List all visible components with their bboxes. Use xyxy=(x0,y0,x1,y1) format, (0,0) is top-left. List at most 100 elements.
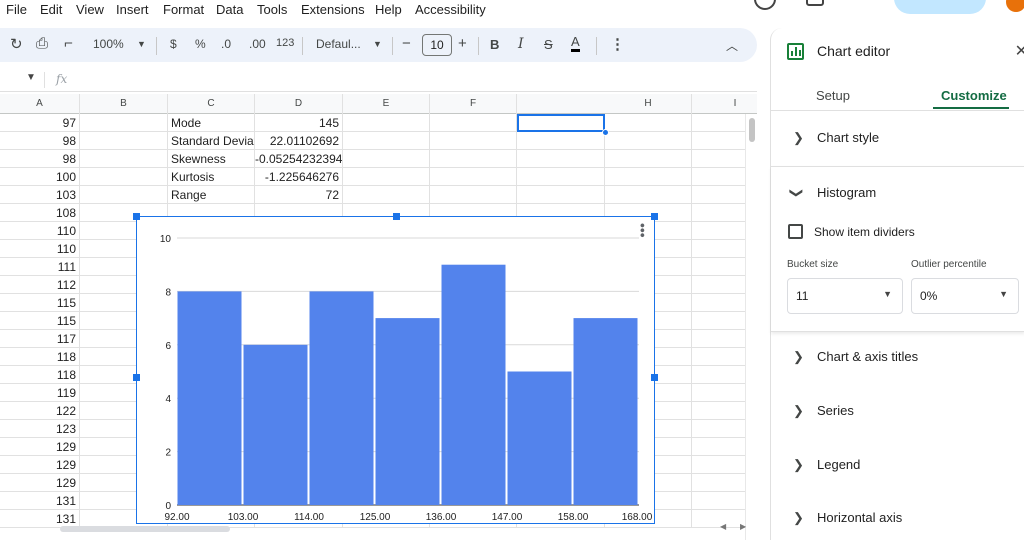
cell[interactable] xyxy=(517,168,605,186)
column-header-e[interactable]: E xyxy=(343,94,430,114)
cell-c[interactable]: Range xyxy=(168,186,255,204)
menu-edit[interactable]: Edit xyxy=(40,2,62,17)
cell[interactable] xyxy=(343,114,430,132)
cell-a[interactable]: 103 xyxy=(0,186,80,204)
cell[interactable] xyxy=(517,150,605,168)
histogram-bar[interactable] xyxy=(507,371,572,506)
histogram-bar[interactable] xyxy=(177,291,242,505)
cell[interactable] xyxy=(430,186,517,204)
cell[interactable] xyxy=(80,132,168,150)
tab-customize[interactable]: Customize xyxy=(941,88,1007,103)
chevron-down-icon[interactable]: ▼ xyxy=(137,39,146,49)
cell[interactable] xyxy=(343,150,430,168)
cell-a[interactable]: 131 xyxy=(0,492,80,510)
menu-help[interactable]: Help xyxy=(375,2,402,17)
vertical-scrollbar[interactable] xyxy=(745,114,757,540)
cell-a[interactable]: 129 xyxy=(0,438,80,456)
histogram-bar[interactable] xyxy=(375,318,440,505)
tab-setup[interactable]: Setup xyxy=(816,88,850,103)
close-icon[interactable]: ✕ xyxy=(1015,41,1024,61)
cell-a[interactable]: 118 xyxy=(0,366,80,384)
history-icon[interactable] xyxy=(754,0,776,10)
cell[interactable] xyxy=(605,168,692,186)
percent-button[interactable]: % xyxy=(195,37,206,51)
avatar[interactable] xyxy=(1006,0,1024,12)
column-header-f[interactable]: F xyxy=(430,94,517,114)
cell-a[interactable]: 112 xyxy=(0,276,80,294)
scroll-right-icon[interactable]: ▶ xyxy=(740,522,746,531)
collapse-toolbar-icon[interactable]: ︿ xyxy=(726,37,738,54)
section-chart-axis-titles[interactable]: ❯ Chart & axis titles xyxy=(771,349,1024,369)
cell[interactable] xyxy=(430,114,517,132)
cell[interactable] xyxy=(343,132,430,150)
cell-a[interactable]: 118 xyxy=(0,348,80,366)
menu-format[interactable]: Format xyxy=(163,2,204,17)
cell[interactable] xyxy=(605,132,692,150)
cell-a[interactable]: 129 xyxy=(0,474,80,492)
cell[interactable] xyxy=(343,186,430,204)
column-header-c[interactable]: C xyxy=(168,94,255,114)
menu-accessibility[interactable]: Accessibility xyxy=(415,2,486,17)
selected-cell[interactable] xyxy=(517,114,605,132)
cell-c[interactable]: Skewness xyxy=(168,150,255,168)
resize-handle[interactable] xyxy=(651,213,658,220)
bold-icon[interactable]: B xyxy=(490,37,499,52)
cell[interactable] xyxy=(605,114,692,132)
cell-a[interactable]: 98 xyxy=(0,150,80,168)
cell[interactable] xyxy=(605,150,692,168)
cell[interactable] xyxy=(80,186,168,204)
cell[interactable] xyxy=(517,186,605,204)
chart-menu-icon[interactable]: ••• xyxy=(635,223,651,238)
section-legend[interactable]: ❯ Legend xyxy=(771,457,1024,477)
redo-icon[interactable]: ↻ xyxy=(10,35,23,53)
zoom-select[interactable]: 100% xyxy=(93,37,124,51)
cell-d[interactable]: 22.01102692 xyxy=(255,132,343,150)
bucket-size-select[interactable]: 11 ▼ xyxy=(787,278,903,314)
cell-a[interactable]: 119 xyxy=(0,384,80,402)
menu-data[interactable]: Data xyxy=(216,2,243,17)
cell[interactable] xyxy=(430,132,517,150)
scrollbar-thumb[interactable] xyxy=(749,118,755,142)
chevron-down-icon[interactable]: ▼ xyxy=(373,39,382,49)
scroll-left-icon[interactable]: ◀ xyxy=(720,522,726,531)
cell-d[interactable]: -1.225646276 xyxy=(255,168,343,186)
strikethrough-icon[interactable]: S xyxy=(544,37,553,52)
scrollbar-thumb[interactable] xyxy=(60,526,230,532)
cell-a[interactable]: 97 xyxy=(0,114,80,132)
section-series[interactable]: ❯ Series xyxy=(771,403,1024,423)
cell[interactable] xyxy=(605,186,692,204)
column-header-i[interactable]: I xyxy=(692,94,757,114)
name-box-dropdown-icon[interactable]: ▼ xyxy=(26,72,36,83)
resize-handle[interactable] xyxy=(651,374,658,381)
paint-format-icon[interactable]: ⌐ xyxy=(64,35,73,52)
cell-a[interactable]: 117 xyxy=(0,330,80,348)
show-item-dividers-checkbox[interactable] xyxy=(788,224,803,239)
outlier-percentile-select[interactable]: 0% ▼ xyxy=(911,278,1019,314)
column-header-h[interactable]: H xyxy=(605,94,692,114)
cell[interactable] xyxy=(80,114,168,132)
cell-a[interactable]: 98 xyxy=(0,132,80,150)
cell-d[interactable]: 72 xyxy=(255,186,343,204)
cell-d[interactable]: 145 xyxy=(255,114,343,132)
histogram-chart[interactable]: 0 2 4 6 8 10 92.00 103.00 114.00 125.00 136.00 147.… xyxy=(133,213,658,524)
histogram-bar[interactable] xyxy=(243,344,308,505)
text-color-icon[interactable]: A xyxy=(571,35,580,52)
cell[interactable] xyxy=(430,150,517,168)
cell-a[interactable]: 100 xyxy=(0,168,80,186)
number-format-button[interactable]: 123 xyxy=(276,37,294,49)
column-header-b[interactable]: B xyxy=(80,94,168,114)
cell[interactable] xyxy=(80,168,168,186)
italic-icon[interactable]: I xyxy=(518,36,524,52)
cell-c[interactable]: Mode xyxy=(168,114,255,132)
cell-a[interactable]: 111 xyxy=(0,258,80,276)
menu-view[interactable]: View xyxy=(76,2,104,17)
menu-insert[interactable]: Insert xyxy=(116,2,149,17)
column-header-d[interactable]: D xyxy=(255,94,343,114)
cell[interactable] xyxy=(430,168,517,186)
cell-a[interactable]: 108 xyxy=(0,204,80,222)
increase-decimal-button[interactable]: .00 xyxy=(249,37,266,51)
histogram-bar[interactable] xyxy=(573,318,638,505)
fill-handle[interactable] xyxy=(602,129,609,136)
cell-a[interactable]: 115 xyxy=(0,312,80,330)
menu-extensions[interactable]: Extensions xyxy=(301,2,365,17)
